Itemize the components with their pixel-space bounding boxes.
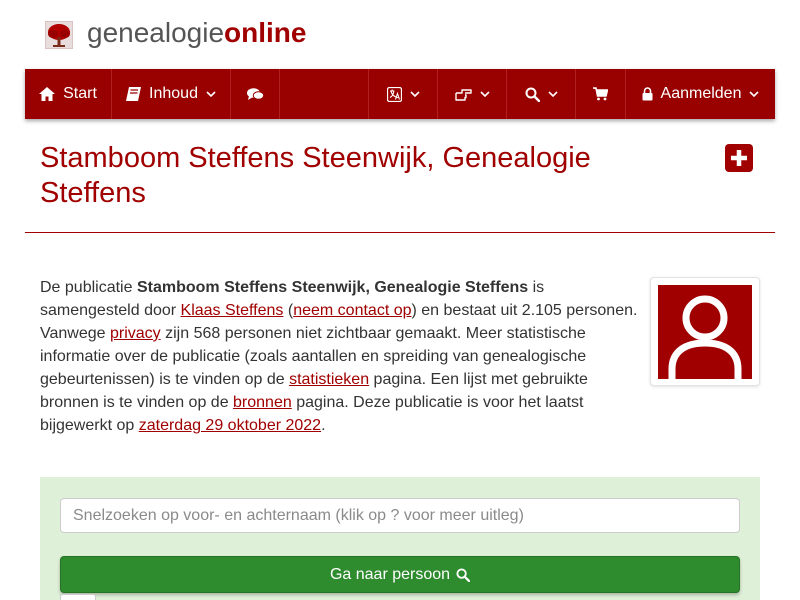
intro-text: .	[321, 417, 326, 434]
privacy-link[interactable]: privacy	[110, 325, 161, 342]
chevron-down-icon	[409, 91, 420, 98]
nav-start[interactable]: Start	[25, 69, 111, 119]
site-header: genealogieonline	[0, 0, 800, 69]
statistics-link[interactable]: statistieken	[289, 371, 369, 388]
site-logo-text[interactable]: genealogieonline	[87, 16, 306, 50]
nav-search[interactable]	[507, 69, 575, 119]
tree-icon[interactable]	[45, 21, 73, 49]
nav-navigate[interactable]	[438, 69, 506, 119]
nav-divider	[279, 69, 280, 119]
nav-cart[interactable]	[576, 69, 625, 119]
sources-link[interactable]: bronnen	[233, 394, 292, 411]
quick-search-input[interactable]	[60, 498, 740, 533]
logo-suffix: online	[224, 17, 307, 48]
hand-point-icon	[454, 88, 472, 101]
chevron-down-icon	[479, 91, 490, 98]
chat-icon	[246, 87, 264, 100]
add-button[interactable]	[725, 144, 753, 172]
user-icon	[668, 295, 742, 379]
go-to-person-label: Ga naar persoon	[329, 565, 451, 583]
nav-inhoud-label: Inhoud	[149, 85, 198, 102]
publication-intro: De publicatie Stamboom Steffens Steenwij…	[40, 276, 640, 437]
book-icon	[126, 87, 142, 101]
title-divider	[25, 232, 775, 233]
plus-icon	[731, 150, 747, 166]
intro-text: (	[283, 302, 294, 319]
search-icon	[525, 87, 540, 102]
author-link[interactable]: Klaas Steffens	[181, 302, 284, 319]
language-icon	[386, 86, 402, 102]
lock-icon	[642, 87, 653, 101]
go-to-person-button[interactable]: Ga naar persoon	[60, 556, 740, 593]
help-toggle[interactable]	[60, 594, 96, 600]
chevron-down-icon	[547, 91, 558, 98]
home-icon	[39, 87, 56, 101]
avatar	[658, 285, 752, 379]
contact-link[interactable]: neem contact op	[293, 302, 411, 319]
publication-name: Stamboom Steffens Steenwijk, Genealogie …	[136, 279, 529, 296]
page-title: Stamboom Steffens Steenwijk, Genealogie …	[40, 142, 591, 209]
logo-prefix: genealogie	[87, 17, 225, 48]
intro-text: De publicatie	[40, 279, 137, 296]
nav-login-label: Aanmelden	[660, 85, 742, 102]
search-icon	[456, 567, 471, 582]
cart-icon	[593, 87, 608, 101]
chevron-down-icon	[749, 91, 760, 98]
quick-search-panel: Ga naar persoon	[40, 477, 760, 600]
last-updated-link[interactable]: zaterdag 29 oktober 2022	[139, 417, 321, 434]
nav-chat[interactable]	[231, 69, 279, 119]
nav-inhoud[interactable]: Inhoud	[112, 69, 230, 119]
nav-start-label: Start	[63, 85, 97, 102]
nav-language[interactable]	[369, 69, 437, 119]
chevron-down-icon	[206, 91, 216, 98]
main-navbar: Start Inhoud Aanmelden	[25, 69, 775, 119]
nav-login[interactable]: Aanmelden	[626, 69, 775, 119]
author-avatar-card[interactable]	[650, 277, 760, 386]
